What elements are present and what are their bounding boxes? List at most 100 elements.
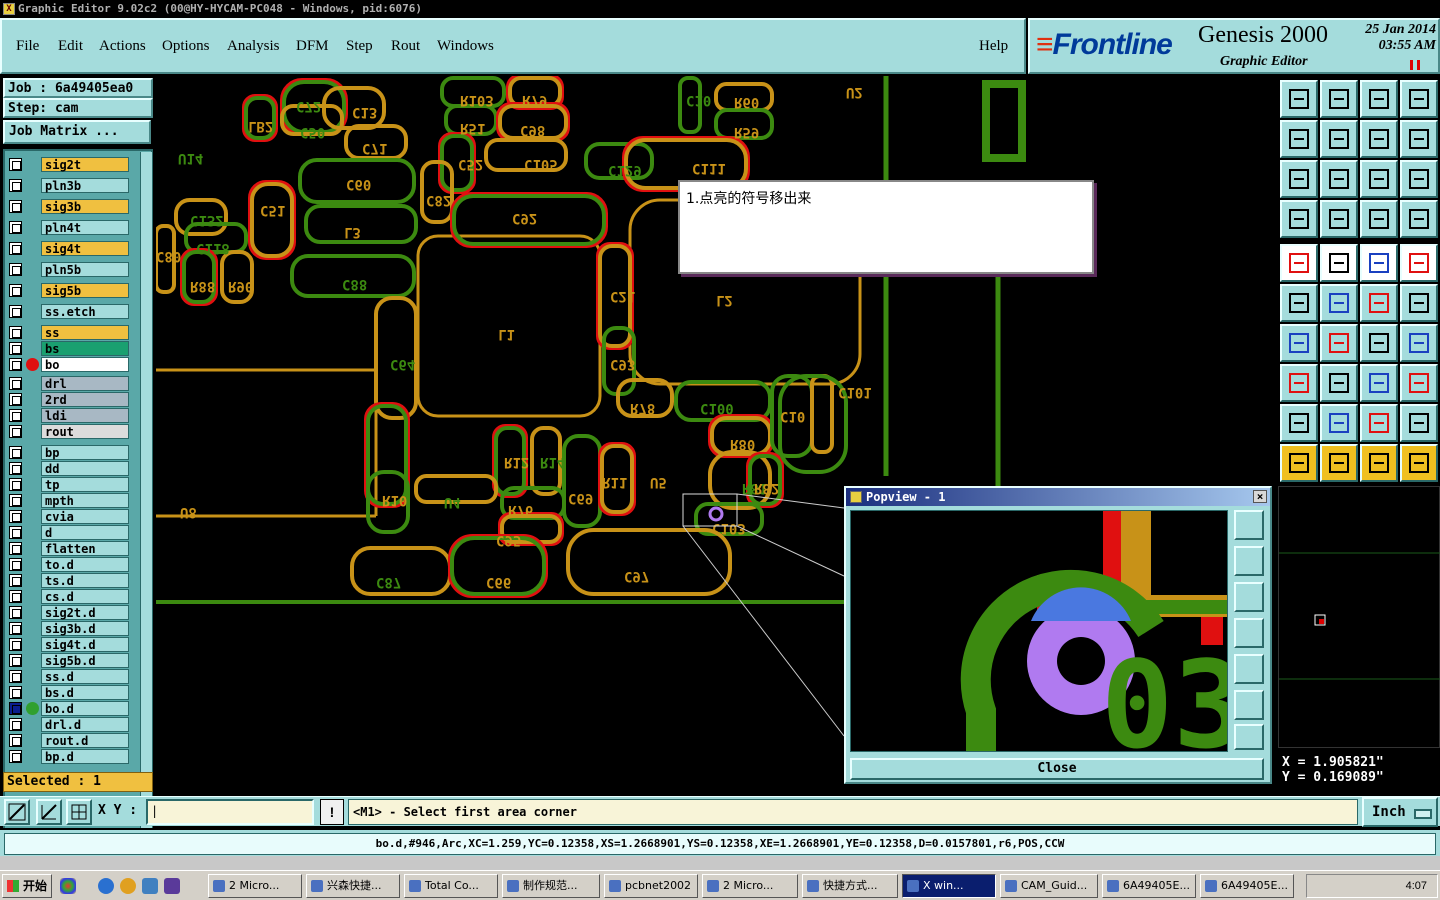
layer-checkbox[interactable] [9,558,22,571]
layer-name[interactable]: cs.d [41,589,129,604]
nets-view-button[interactable] [1360,200,1398,238]
layer-name[interactable]: bp.d [41,749,129,764]
xwin-icon[interactable] [164,878,180,894]
menu-windows[interactable]: Windows [437,38,494,55]
line-button[interactable] [1320,324,1358,362]
layer-row-cs-d[interactable]: cs.d [7,589,129,604]
layer-name[interactable]: drl.d [41,717,129,732]
polygon-ref-button[interactable] [1400,404,1438,442]
layer-name[interactable]: drl [41,376,129,391]
taskbar-button[interactable]: X win... [902,874,996,898]
layer-row-drl[interactable]: drl [7,376,129,391]
layer-name[interactable]: rout.d [41,733,129,748]
layer-row-rout-d[interactable]: rout.d [7,733,129,748]
layer-checkbox[interactable] [9,377,22,390]
layer-name[interactable]: dd [41,461,129,476]
ruler-button[interactable] [1360,244,1398,282]
layer-checkbox[interactable] [9,590,22,603]
layer-checkbox[interactable] [9,494,22,507]
layer-name[interactable]: sig5b.d [41,653,129,668]
taskbar-button[interactable]: CAM_Guid... [1000,874,1098,898]
layer-scrollbar[interactable] [140,152,152,842]
grid-toggle-button[interactable] [1320,200,1358,238]
layer-name[interactable]: tp [41,477,129,492]
layer-name[interactable]: sig4t.d [41,637,129,652]
layer-checkbox[interactable] [9,478,22,491]
layer-checkbox[interactable] [9,702,22,715]
popview-close-button[interactable]: Close [850,758,1264,780]
layer-row-tp[interactable]: tp [7,477,129,492]
layer-checkbox[interactable] [9,305,22,318]
layer-checkbox[interactable] [9,606,22,619]
add-pad-button[interactable] [1280,284,1318,322]
layer-name[interactable]: pln4t [41,220,129,235]
layer-name[interactable]: sig2t [41,157,129,172]
pattern-button[interactable] [1400,364,1438,402]
mirror-button[interactable] [1400,324,1438,362]
layer-row-pln4t[interactable]: pln4t [7,220,129,235]
layer-name[interactable]: d [41,525,129,540]
point-select-button[interactable] [1360,444,1398,482]
layer-row-pln3b[interactable]: pln3b [7,178,129,193]
open-job-button[interactable] [1280,80,1318,118]
nets-compare-button[interactable] [1400,200,1438,238]
layer-name[interactable]: sig4t [41,241,129,256]
layer-checkbox[interactable] [9,242,22,255]
popview-home-button[interactable] [1234,724,1264,750]
compare-button[interactable] [1360,120,1398,158]
unit-selector[interactable]: Inch [1362,797,1438,827]
angle-button[interactable] [1280,324,1318,362]
layer-name[interactable]: 2rd [41,392,129,407]
job-matrix-button[interactable]: Job Matrix ... [3,120,151,144]
layer-name[interactable]: ss.etch [41,304,129,319]
layer-checkbox[interactable] [9,179,22,192]
layer-checkbox[interactable] [9,263,22,276]
outlook-icon[interactable] [142,878,158,894]
layer-checkbox[interactable] [9,686,22,699]
route-path-button[interactable] [1400,444,1438,482]
layer-checkbox[interactable] [9,526,22,539]
layer-checkbox[interactable] [9,221,22,234]
layer-checkbox[interactable] [9,409,22,422]
layer-checkbox[interactable] [9,654,22,667]
menu-edit[interactable]: Edit [58,38,83,55]
layer-checkbox[interactable] [9,462,22,475]
layer-checkbox[interactable] [9,446,22,459]
popview-viewport[interactable]: 03 [850,510,1228,752]
zoom-box-button[interactable] [4,799,30,825]
menu-dfm[interactable]: DFM [296,38,329,55]
taskbar-button[interactable]: 2 Micro... [208,874,302,898]
popview-up-button[interactable] [1234,546,1264,576]
quicklaunch-icon[interactable] [60,878,76,894]
layer-checkbox[interactable] [9,622,22,635]
layer-row-flatten[interactable]: flatten [7,541,129,556]
add-feature-button[interactable] [1280,244,1318,282]
delete-feature-button[interactable] [1320,284,1358,322]
popview-left-button[interactable] [1234,618,1264,648]
layer-name[interactable]: ss [41,325,129,340]
layer-checkbox[interactable] [9,342,22,355]
polygon-edit-button[interactable] [1360,404,1398,442]
layer-name[interactable]: bo [41,357,129,372]
box-select-button[interactable] [1320,444,1358,482]
move-button[interactable] [1360,284,1398,322]
layer-name[interactable]: bp [41,445,129,460]
layer-row-ss-d[interactable]: ss.d [7,669,129,684]
layer-row-rout[interactable]: rout [7,424,129,439]
layer-row-bp[interactable]: bp [7,445,129,460]
overview-map[interactable] [1278,486,1440,748]
measure-button[interactable] [36,799,62,825]
taskbar-button[interactable]: 快捷方式... [802,874,898,898]
layer-row-bo[interactable]: bo [7,357,129,372]
menu-rout[interactable]: Rout [391,38,420,55]
layer-row-bs[interactable]: bs [7,341,129,356]
layer-checkbox[interactable] [9,638,22,651]
layer-checkbox[interactable] [9,718,22,731]
polygon-add-button[interactable] [1280,404,1318,442]
menu-analysis[interactable]: Analysis [227,38,280,55]
layer-checkbox[interactable] [9,158,22,171]
pad-select-button[interactable] [1280,364,1318,402]
clock-icon[interactable] [120,878,136,894]
start-button[interactable]: 开始 [2,874,52,898]
layer-row-ss[interactable]: ss [7,325,129,340]
